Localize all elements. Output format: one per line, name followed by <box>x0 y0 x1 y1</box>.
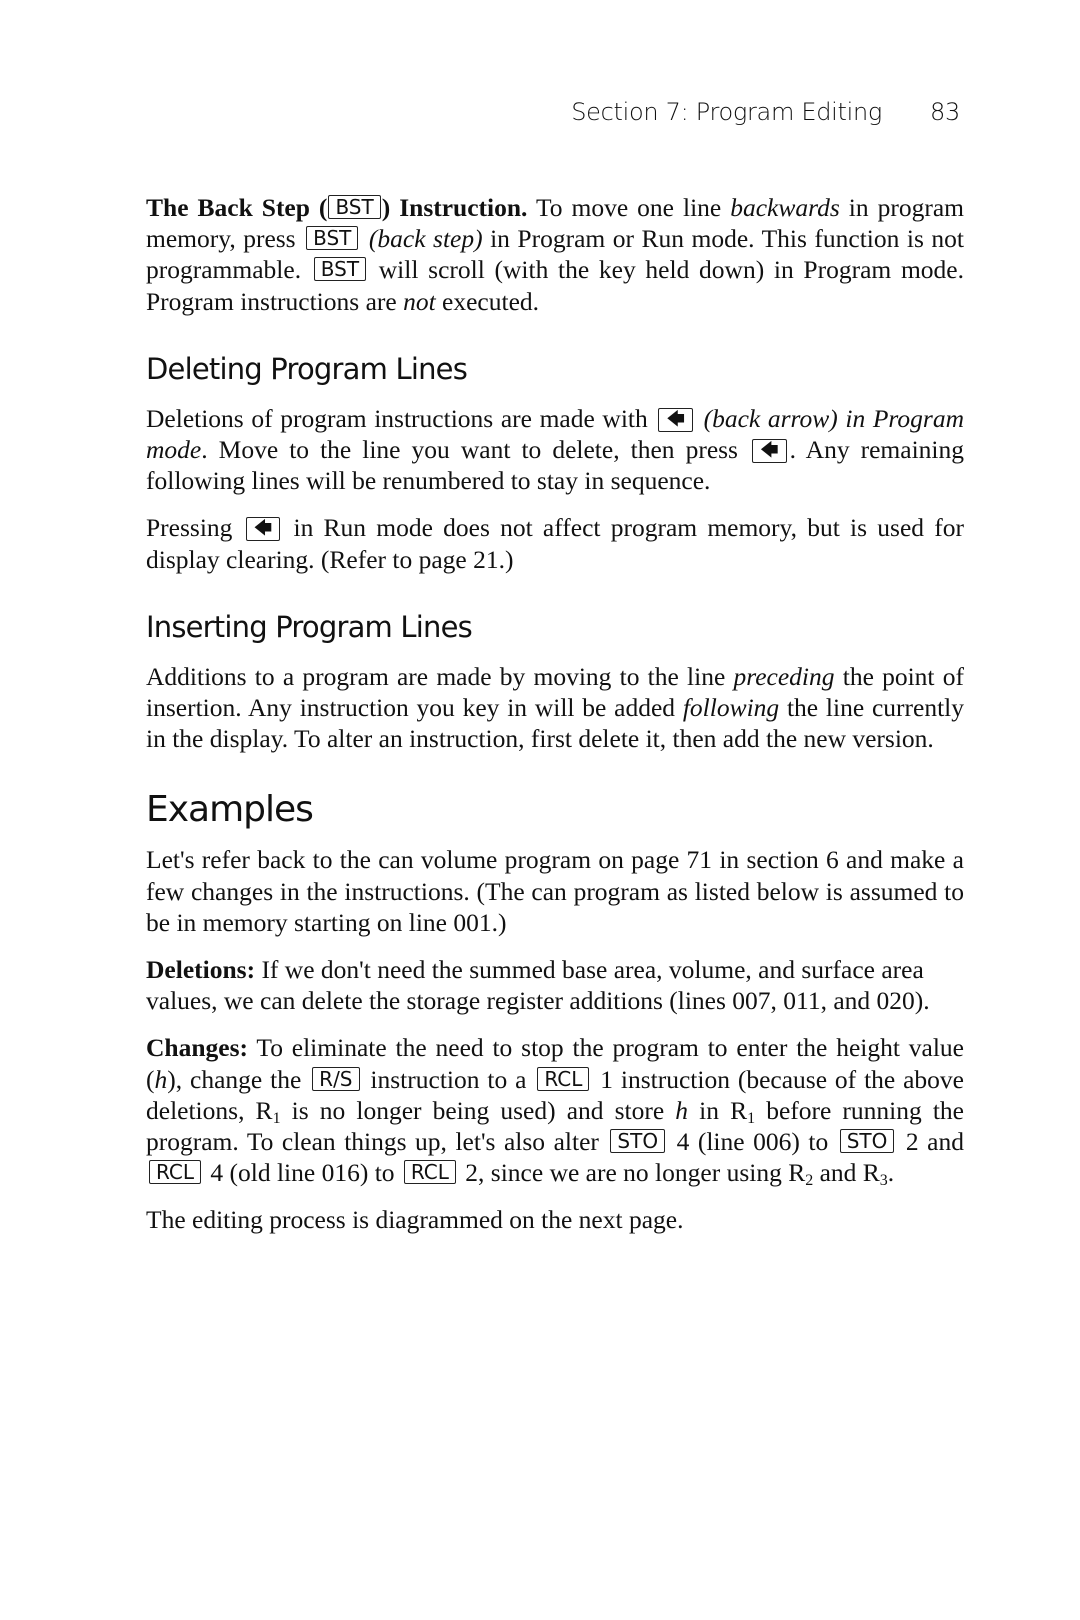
deletions-label: Deletions: <box>146 955 256 985</box>
bst-key: BST <box>328 195 381 219</box>
inserting-heading: Inserting Program Lines <box>146 609 473 644</box>
back-step-title: The Back Step (BST) Instruction. <box>146 193 528 222</box>
back-arrow-key-icon: 🡄 <box>752 439 787 464</box>
inserting-paragraph: Additions to a program are made by movin… <box>146 661 964 754</box>
rcl-key: RCL <box>403 1160 456 1185</box>
back-arrow-key-icon: 🡄 <box>658 407 693 432</box>
deleting-paragraph-1: Deletions of program instructions are ma… <box>146 403 964 496</box>
changes-paragraph: Changes: To eliminate the need to stop t… <box>146 1033 965 1190</box>
rcl-key: RCL <box>537 1066 590 1091</box>
sto-key: STO <box>839 1129 895 1154</box>
closing-paragraph: The editing process is diagrammed on the… <box>146 1205 684 1235</box>
manual-page: Section 7: Program Editing 83 The Back S… <box>0 0 1080 1620</box>
section-title: Section 7: Program Editing <box>571 98 883 126</box>
back-arrow-key-icon: 🡄 <box>245 517 281 542</box>
rcl-key: RCL <box>149 1160 202 1185</box>
deleting-paragraph-2: Pressing 🡄 in Run mode does not affect p… <box>146 513 964 574</box>
changes-label: Changes: <box>146 1033 249 1063</box>
rs-key: R/S <box>312 1066 360 1091</box>
page-body: The Back Step (BST) Instruction. To move… <box>146 192 964 1252</box>
bst-key: BST <box>313 257 367 282</box>
deletions-paragraph: Deletions: If we don't need the summed b… <box>146 955 930 1016</box>
examples-heading: Examples <box>146 789 314 831</box>
deleting-heading: Deleting Program Lines <box>146 351 468 386</box>
back-step-paragraph: The Back Step (BST) Instruction. To move… <box>146 193 964 316</box>
page-header: Section 7: Program Editing 83 <box>540 98 960 126</box>
page-number: 83 <box>930 98 960 126</box>
examples-intro: Let's refer back to the can volume progr… <box>146 845 964 937</box>
sto-key: STO <box>610 1129 666 1154</box>
bst-key: BST <box>306 226 359 251</box>
